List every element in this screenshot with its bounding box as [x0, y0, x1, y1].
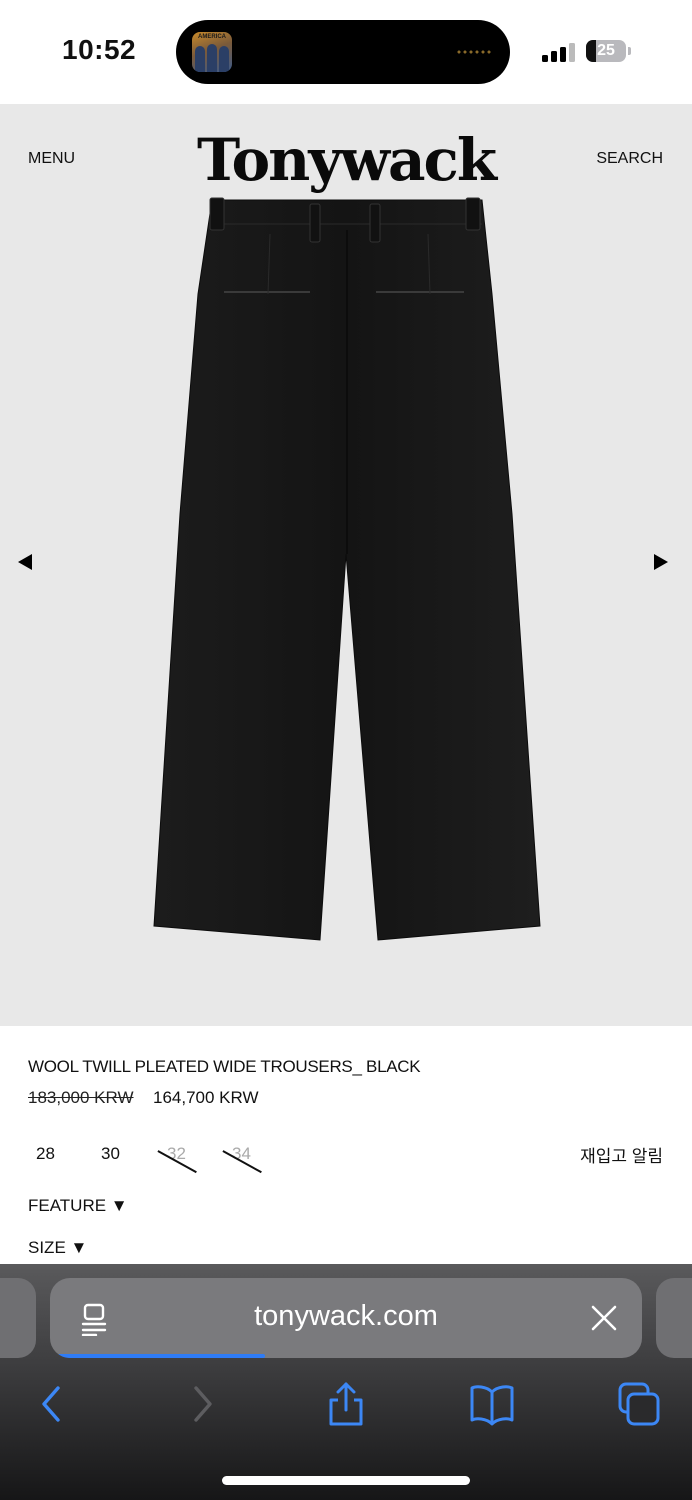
back-icon[interactable]	[28, 1382, 76, 1426]
battery-cap	[628, 47, 631, 55]
size-option-30[interactable]: 30	[101, 1144, 120, 1164]
url-text[interactable]: tonywack.com	[50, 1300, 642, 1333]
album-figure	[219, 46, 229, 72]
product-gallery: MENU Tonywack SEARCH	[0, 104, 692, 1026]
restock-alert-button[interactable]: 재입고 알림	[580, 1142, 663, 1167]
clock: 10:52	[62, 34, 137, 65]
album-art-text: AMERICA	[198, 34, 226, 40]
dynamic-island[interactable]: AMERICA	[176, 20, 510, 84]
share-icon[interactable]	[322, 1382, 370, 1426]
product-image	[153, 197, 541, 941]
feature-toggle[interactable]: FEATURE ▼	[28, 1196, 128, 1216]
search-button[interactable]: SEARCH	[596, 150, 663, 168]
size-option-28[interactable]: 28	[36, 1144, 55, 1164]
battery-icon: 25	[586, 40, 626, 62]
page-load-progress	[58, 1354, 266, 1358]
previous-tab-preview[interactable]	[0, 1278, 36, 1358]
forward-icon[interactable]	[178, 1382, 226, 1426]
brand-logo[interactable]: Tonywack	[0, 126, 692, 194]
address-bar[interactable]: tonywack.com	[50, 1278, 642, 1358]
tabs-icon[interactable]	[614, 1382, 662, 1426]
home-indicator[interactable]	[222, 1476, 470, 1485]
next-tab-preview[interactable]	[656, 1278, 692, 1358]
product-info: WOOL TWILL PLEATED WIDE TROUSERS_ BLACK …	[0, 1026, 692, 1264]
browser-toolbar: tonywack.com	[0, 1264, 692, 1500]
size-toggle[interactable]: SIZE ▼	[28, 1238, 87, 1258]
next-image-arrow-icon[interactable]	[654, 554, 668, 570]
stop-loading-icon[interactable]	[590, 1304, 618, 1332]
album-figure	[207, 44, 217, 72]
previous-image-arrow-icon[interactable]	[18, 554, 32, 570]
album-figure	[195, 46, 205, 72]
bookmarks-icon[interactable]	[468, 1382, 516, 1426]
original-price: 183,000 KRW	[28, 1088, 134, 1107]
cellular-signal-icon	[542, 42, 576, 62]
battery-percentage: 25	[597, 42, 615, 59]
now-playing-album-art[interactable]: AMERICA	[192, 32, 232, 72]
sale-price: 164,700 KRW	[153, 1088, 259, 1107]
status-bar: 10:52 AMERICA 25	[0, 0, 692, 104]
product-title: WOOL TWILL PLEATED WIDE TROUSERS_ BLACK	[28, 1057, 421, 1076]
audio-waveform-icon	[456, 49, 492, 55]
